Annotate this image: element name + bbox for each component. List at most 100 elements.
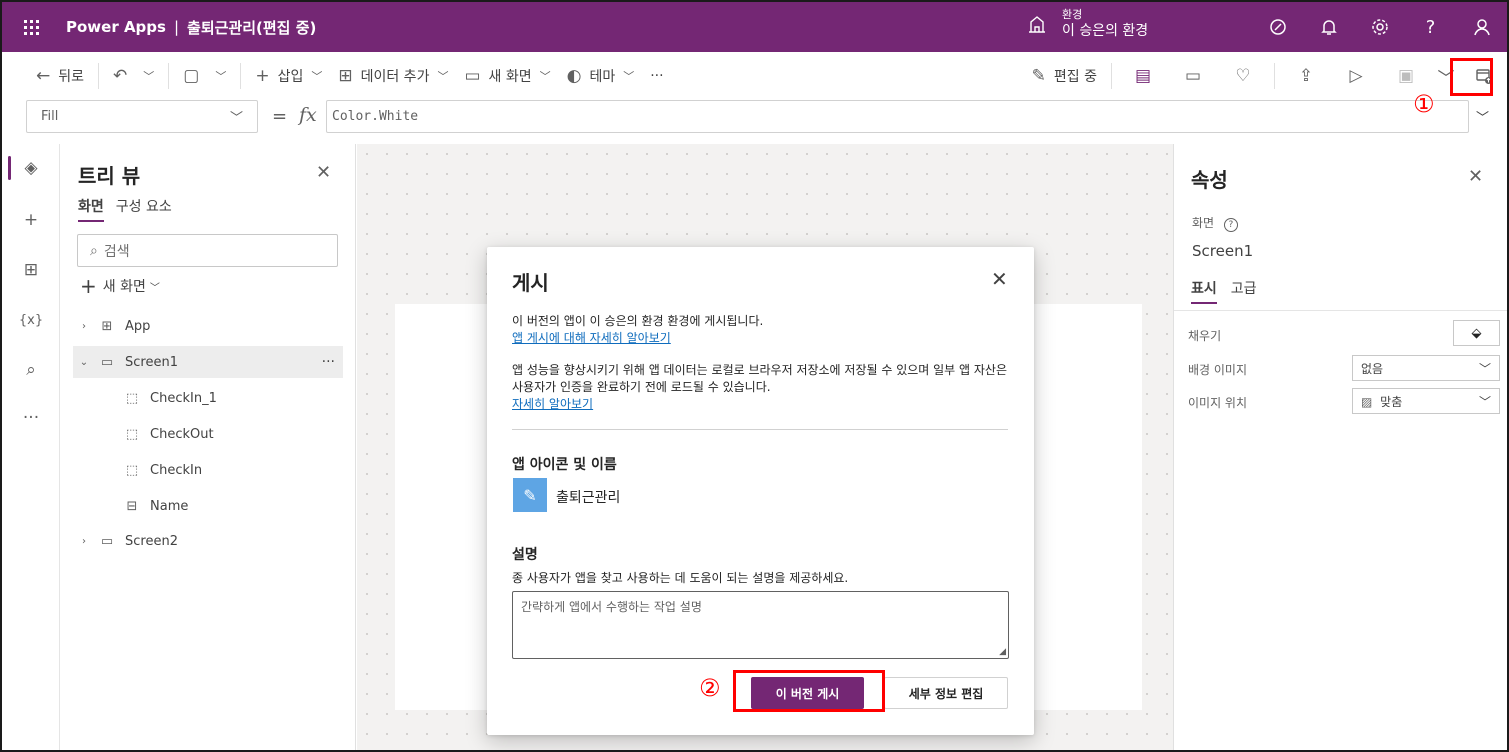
settings-gear-icon[interactable] [1354, 2, 1405, 52]
formula-input[interactable]: Color.White [326, 100, 1469, 133]
chevron-down-icon[interactable]: ﹀ [143, 68, 154, 84]
control-type: 화면 ? [1192, 214, 1238, 232]
chevron-down-icon[interactable]: ﹀ [215, 68, 226, 84]
fill-color-picker[interactable]: ⬙ [1453, 320, 1500, 346]
learn-publish-link[interactable]: 앱 게시에 대해 자세히 알아보기 [512, 330, 1012, 347]
title-bar: Power Apps | 출퇴근관리(편집 중) 환경 이 승은의 환경 ? [2, 2, 1507, 52]
theme-button[interactable]: ◐ 테마 ﹀ [559, 58, 643, 94]
account-icon[interactable] [1456, 2, 1507, 52]
learn-more-link[interactable]: 자세히 알아보기 [512, 396, 1012, 413]
command-bar: ← 뒤로 ↶ ﹀ ▢ ﹀ + 삽입 ﹀ ⊞ 데이터 추가 ﹀ ▭ 새 화면 ﹀ ◐ … [2, 52, 1507, 100]
clipboard-icon: ▢ [183, 66, 200, 86]
app-checker-icon[interactable]: ▤ [1118, 52, 1168, 100]
tree-node-screen1[interactable]: ⌄ ▭ Screen1 ··· [73, 346, 343, 378]
properties-pane: 속성 ✕ 화면 ? Screen1 표시 고급 채우기 ⬙ 배경 이미지 없음 … [1173, 144, 1507, 750]
tree-view-layers-icon[interactable]: ◈ [2, 148, 60, 188]
tree-node-app[interactable]: › ⊞ App [73, 310, 343, 342]
insert-button[interactable]: + 삽입 ﹀ [247, 58, 330, 94]
close-icon[interactable]: ✕ [316, 162, 331, 183]
button-icon: ⬚ [125, 462, 139, 478]
insert-plus-icon[interactable]: + [2, 200, 60, 240]
new-screen-button[interactable]: + 새 화면 ﹀ [80, 274, 160, 298]
tree-node-label: Screen2 [125, 533, 178, 549]
chevron-down-icon: ﹀ [229, 111, 243, 126]
tree-node-label: Name [150, 498, 189, 514]
background-image-dropdown[interactable]: 없음 ﹀ [1352, 355, 1500, 381]
add-data-button[interactable]: ⊞ 데이터 추가 ﹀ [330, 58, 456, 94]
app-grid-icon: ⊞ [101, 318, 113, 334]
image-position-dropdown[interactable]: ▨ 맞춤 ﹀ [1352, 388, 1500, 414]
background-image-value: 없음 [1361, 361, 1384, 376]
tree-node-checkout[interactable]: ⬚ CheckOut [120, 418, 343, 450]
tab-screens[interactable]: 화면 [78, 196, 104, 222]
button-icon: ⬚ [125, 390, 139, 406]
tree-node-label: CheckIn [150, 462, 203, 478]
property-value: Fill [41, 109, 59, 124]
more-options-icon[interactable]: ··· [322, 354, 335, 370]
close-icon[interactable]: ✕ [1468, 166, 1483, 187]
plus-icon: + [255, 66, 270, 86]
description-heading: 설명 [512, 547, 538, 563]
app-icon-tile[interactable]: ✎ [513, 478, 547, 512]
share-icon[interactable]: ⇪ [1281, 52, 1331, 100]
more-commands-button[interactable]: ··· [642, 58, 671, 94]
new-screen-label: 새 화면 [488, 69, 532, 85]
icon-name-heading: 앱 아이콘 및 이름 [512, 457, 617, 473]
description-hint: 종 사용자가 앱을 찾고 사용하는 데 도움이 되는 설명을 제공하세요. [512, 571, 849, 585]
divider [1274, 63, 1275, 89]
play-icon[interactable]: ▷ [1331, 52, 1381, 100]
highlight-publish-button [733, 670, 885, 712]
app-window: Power Apps | 출퇴근관리(편집 중) 환경 이 승은의 환경 ? ←… [0, 0, 1509, 752]
edit-details-button[interactable]: 세부 정보 편집 [884, 677, 1008, 709]
back-label: 뒤로 [58, 69, 85, 85]
stethoscope-icon[interactable]: ♡ [1218, 52, 1268, 100]
tab-display[interactable]: 표시 [1191, 278, 1217, 304]
property-dropdown[interactable]: Fill ﹀ [26, 100, 258, 133]
tab-advanced[interactable]: 고급 [1231, 278, 1257, 304]
tree-node-checkin-1[interactable]: ⬚ CheckIn_1 [120, 382, 343, 414]
screen-add-icon: ▭ [464, 66, 481, 86]
formula-bar: Fill ﹀ = fx Color.White ﹀ [2, 100, 1507, 142]
dialog-title: 게시 [512, 271, 549, 295]
fill-label: 채우기 [1188, 329, 1222, 343]
button-icon: ⬚ [125, 426, 139, 442]
help-icon[interactable]: ? [1405, 2, 1456, 52]
variables-icon[interactable]: {x} [2, 300, 60, 340]
tab-components[interactable]: 구성 요소 [116, 196, 172, 222]
notifications-icon[interactable] [1303, 2, 1354, 52]
arrow-left-icon: ← [36, 66, 51, 86]
comments-icon[interactable]: ▭ [1168, 52, 1218, 100]
environment-picker[interactable]: 환경 이 승은의 환경 [1026, 8, 1148, 40]
more-icon[interactable]: ··· [2, 398, 60, 438]
resize-handle-icon[interactable]: ◢ [999, 647, 1006, 657]
chevron-right-icon[interactable]: › [73, 321, 95, 332]
tree-node-label: CheckOut [150, 426, 214, 442]
environment-label: 환경 [1062, 8, 1083, 21]
undo-button[interactable]: ↶ ﹀ [105, 58, 162, 94]
description-placeholder: 간략하게 앱에서 수행하는 작업 설명 [521, 600, 702, 614]
chevron-right-icon[interactable]: › [73, 536, 95, 547]
new-screen-button[interactable]: ▭ 새 화면 ﹀ [456, 58, 558, 94]
paste-button[interactable]: ▢ ﹀ [175, 58, 234, 94]
tree-view-pane: 트리 뷰 ✕ 화면 구성 요소 ⌕ 검색 + 새 화면 ﹀ › ⊞ App ⌄ … [60, 144, 356, 750]
help-icon[interactable]: ? [1223, 218, 1238, 232]
chevron-down-icon[interactable]: ⌄ [73, 357, 95, 368]
editing-status[interactable]: ✎ 편집 중 [1024, 58, 1105, 94]
description-textarea[interactable]: 간략하게 앱에서 수행하는 작업 설명 ◢ [512, 591, 1009, 659]
tree-node-checkin[interactable]: ⬚ CheckIn [120, 454, 343, 486]
app-launcher-icon[interactable] [2, 2, 60, 52]
copilot-icon[interactable] [1252, 2, 1303, 52]
data-table-icon[interactable]: ⊞ [2, 250, 60, 290]
back-button[interactable]: ← 뒤로 [28, 58, 92, 94]
theme-label: 테마 [589, 69, 616, 85]
search-icon[interactable]: ⌕ [2, 350, 60, 390]
left-rail: ◈ + ⊞ {x} ⌕ ··· [2, 144, 60, 750]
tree-search-input[interactable]: ⌕ 검색 [77, 234, 338, 267]
environment-name: 이 승은의 환경 [1062, 23, 1149, 39]
divider [168, 63, 170, 89]
close-icon[interactable]: ✕ [991, 267, 1008, 291]
chevron-down-icon[interactable]: ﹀ [1476, 107, 1489, 126]
tree-node-screen2[interactable]: › ▭ Screen2 [73, 525, 343, 557]
tree-node-name[interactable]: ⊟ Name [120, 490, 343, 522]
environment-icon [1029, 16, 1045, 33]
